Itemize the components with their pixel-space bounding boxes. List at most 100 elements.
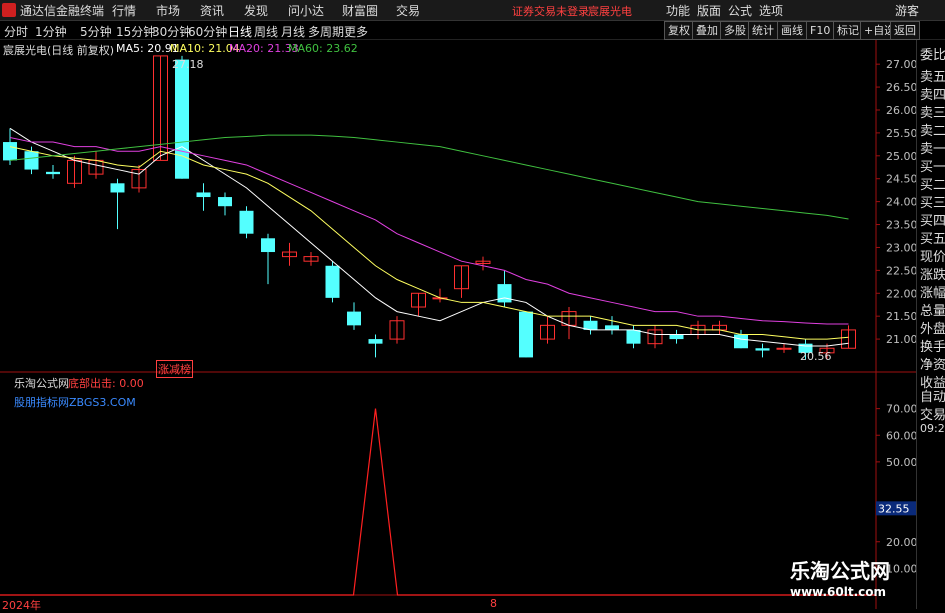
side-buy1: 买一 [920,160,945,175]
indicator-signal-line [0,408,876,596]
low-price-label: 20.56 [800,350,832,363]
side-zhangdie: 涨跌 [920,268,945,283]
menu-zixun[interactable]: 资讯 [200,2,224,19]
candle-body-down [347,311,361,326]
menu-shichang[interactable]: 市场 [156,2,180,19]
price-tick-label: 23.50 [886,219,916,232]
quote-side-panel: 委比 卖五 卖四 卖三 卖二 卖一 买一 买二 买三 买四 买五 现价 涨跌 涨… [916,40,945,609]
indicator-tick-label: 50.00 [886,456,916,469]
candle-body-down [218,197,232,207]
period-monthly[interactable]: 月线 [281,23,305,40]
button-duogu[interactable]: 多股 [720,21,750,40]
title-bar: 通达信金融终端 行情 市场 资讯 发现 问小达 财富圈 交易 证券交易未登录 宸… [0,0,945,21]
side-sell5: 卖五 [920,70,945,85]
side-waipan: 外盘 [920,322,945,337]
price-tick-label: 25.50 [886,127,916,140]
button-huaxian[interactable]: 画线 [777,21,807,40]
period-1min[interactable]: 1分钟 [35,23,67,40]
indicator-current-label: 32.55 [878,502,910,515]
menu-gongshi[interactable]: 公式 [728,2,752,19]
ma10-line [9,146,849,340]
period-5min[interactable]: 5分钟 [80,23,112,40]
button-diejia[interactable]: 叠加 [692,21,722,40]
indicator-signal-label: 底部出击: 0.00 [68,377,144,390]
date-mid: 8 [490,597,497,610]
price-tick-label: 22.00 [886,287,916,300]
candle-body-down [626,329,641,344]
badge-zhangjianbang[interactable]: 涨减榜 [156,360,193,378]
watermark-url: www.60lt.com [790,585,887,599]
side-time: 09:25 [920,422,945,435]
period-weekly[interactable]: 周线 [254,23,278,40]
period-60min[interactable]: 60分钟 [188,23,227,40]
side-sell4: 卖四 [920,88,945,103]
candle-body-down [3,142,17,161]
price-tick-label: 26.50 [886,81,916,94]
side-sell1: 卖一 [920,142,945,157]
guest-label[interactable]: 游客 [895,2,919,19]
candle-body-down [239,210,254,234]
side-xianjia: 现价 [920,250,945,265]
stock-name-top: 宸展光电 [588,5,632,18]
candle-body-up [776,347,792,350]
button-f10[interactable]: F10 [806,21,835,40]
side-buy3: 买三 [920,196,945,211]
period-daily[interactable]: 日线 [228,23,252,40]
side-zhangfu: 涨幅 [920,286,945,301]
menu-xuanxiang[interactable]: 选项 [759,2,783,19]
watermark-title: 乐淘公式网 [790,559,890,583]
period-30min[interactable]: 30分钟 [152,23,191,40]
price-tick-label: 24.00 [886,196,916,209]
candle-body-down [605,325,619,330]
high-price-label: 27.18 [172,58,204,71]
button-fuquan[interactable]: 复权 [664,21,694,40]
date-left: 2024年 [2,599,41,612]
period-15min[interactable]: 15分钟 [116,23,155,40]
kline-chart[interactable]: 27.00 26.50 26.00 25.50 25.00 24.50 24.00 23.50… [0,40,916,609]
candle-body-down [669,334,684,340]
menu-jiaoyi[interactable]: 交易 [396,2,420,19]
menu-faxian[interactable]: 发现 [244,2,268,19]
side-zidong[interactable]: 自动 [920,386,945,405]
period-more[interactable]: 更多 [344,23,368,40]
side-jiaoyi[interactable]: 交易 [920,404,945,423]
side-buy2: 买二 [920,178,945,193]
indicator-sublabel: 股朋指标网ZBGS3.COM [14,396,136,409]
candle-body-down [325,265,340,298]
price-tick-label: 22.50 [886,264,916,277]
button-fanhui[interactable]: 返回 [890,21,920,40]
price-tick-label: 21.00 [886,333,916,346]
side-sell3: 卖三 [920,106,945,121]
menu-banmian[interactable]: 版面 [697,2,721,19]
ma5-line [9,127,849,347]
indicator-tick-label: 70.00 [886,403,916,416]
period-fenshi[interactable]: 分时 [4,23,28,40]
ma60-line [9,134,849,220]
menu-caifuquan[interactable]: 财富圈 [342,2,378,19]
side-buy4: 买四 [920,214,945,229]
button-biaoji[interactable]: 标记 [833,21,863,40]
candle-body-down [497,284,512,303]
menu-wenxiaoda[interactable]: 问小达 [288,2,324,19]
price-tick-label: 24.50 [886,173,916,186]
candle-body-down [175,59,189,179]
button-tongji[interactable]: 统计 [748,21,778,40]
price-tick-label: 25.00 [886,150,916,163]
indicator-name[interactable]: 乐淘公式网 [14,375,69,391]
candle-body-down [734,334,748,349]
login-warning[interactable]: 证券交易未登录 [512,3,589,19]
candle-body-down [110,183,125,193]
menu-gongneng[interactable]: 功能 [666,2,690,19]
main-chart-title: 宸展光电(日线 前复权) [3,44,115,57]
price-tick-label: 27.00 [886,58,916,71]
indicator-tick-label: 20.00 [886,536,916,549]
candle-body-down [261,238,275,253]
side-huanshou: 换手 [920,340,945,355]
candle-body-down [196,192,211,198]
ma20-line [9,136,849,325]
period-multi[interactable]: 多周期 [308,23,344,40]
menu-hangqing[interactable]: 行情 [112,2,136,19]
side-sell2: 卖二 [920,124,945,139]
side-zongliang: 总量 [920,304,945,319]
indicator-tick-label: 10.00 [886,562,916,575]
